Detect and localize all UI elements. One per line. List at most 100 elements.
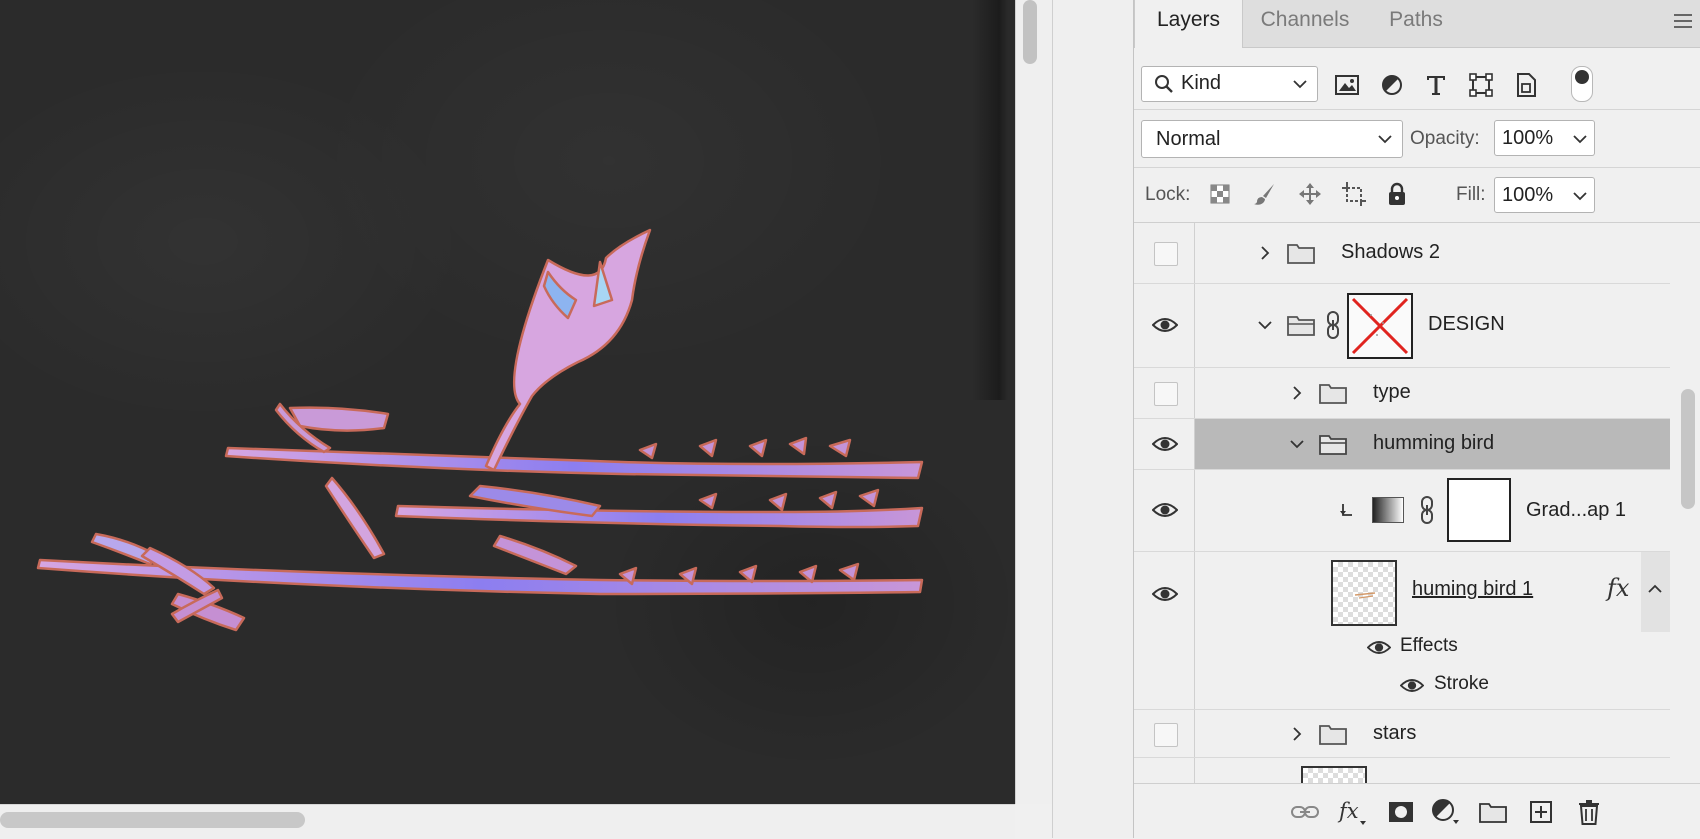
folder-icon xyxy=(1319,725,1347,745)
chevron-right-icon[interactable] xyxy=(1290,386,1304,400)
canvas-vertical-scroll-thumb[interactable] xyxy=(1023,0,1037,64)
lock-artboard-icon[interactable] xyxy=(1341,181,1367,207)
layer-list-scrollbar[interactable] xyxy=(1675,223,1700,783)
new-group-folder-icon[interactable] xyxy=(1478,797,1508,827)
effect-stroke-label[interactable]: Stroke xyxy=(1434,673,1489,695)
add-layer-style-fx-icon[interactable]: fx xyxy=(1336,797,1366,827)
add-layer-mask-icon[interactable] xyxy=(1386,797,1416,827)
layer-row-partial[interactable] xyxy=(1134,758,1670,783)
tab-layers[interactable]: Layers xyxy=(1134,0,1243,48)
layer-name: huming bird 1 xyxy=(1412,578,1534,600)
lock-transparent-pixels-icon[interactable] xyxy=(1207,181,1233,207)
search-icon xyxy=(1155,75,1173,93)
opacity-dropdown-button[interactable] xyxy=(1565,120,1595,156)
layer-row-stars[interactable]: stars xyxy=(1134,710,1670,758)
layer-name: Shadows 2 xyxy=(1341,241,1440,263)
document-canvas[interactable] xyxy=(0,0,1015,804)
tab-channels[interactable]: Channels xyxy=(1242,0,1368,47)
humming-bird-artwork xyxy=(36,228,924,632)
link-icon[interactable] xyxy=(1419,496,1435,524)
tab-paths[interactable]: Paths xyxy=(1368,0,1464,47)
chevron-down-icon[interactable] xyxy=(1290,437,1304,451)
eye-icon[interactable] xyxy=(1399,676,1425,694)
eye-icon[interactable] xyxy=(1152,312,1178,338)
chevron-right-icon[interactable] xyxy=(1290,727,1304,741)
gradient-map-adjustment-icon xyxy=(1372,497,1404,523)
visibility-checkbox-hidden[interactable] xyxy=(1154,382,1178,406)
panel-dock-gutter xyxy=(1052,0,1134,838)
layer-list-scroll-thumb[interactable] xyxy=(1681,389,1695,509)
new-adjustment-layer-icon[interactable] xyxy=(1431,797,1461,827)
visibility-checkbox-hidden[interactable] xyxy=(1154,723,1178,747)
panel-tabs: Layers Channels Paths xyxy=(1134,0,1700,48)
opacity-value: 100% xyxy=(1502,127,1554,149)
layer-filter-row: Kind xyxy=(1134,47,1700,110)
adjustment-mask-thumbnail[interactable] xyxy=(1447,478,1511,542)
layer-name: Grad...ap 1 xyxy=(1526,499,1627,521)
layer-list[interactable]: Shadows 2 DESIGN type humming bird Grad.… xyxy=(1134,223,1700,783)
filter-kind-label: Kind xyxy=(1181,72,1222,94)
type-filter-icon[interactable] xyxy=(1420,69,1452,101)
svg-text:fx: fx xyxy=(1337,799,1359,823)
fill-input[interactable]: 100% xyxy=(1494,177,1566,213)
lock-all-icon[interactable] xyxy=(1384,181,1410,207)
panel-menu-icon[interactable] xyxy=(1673,12,1693,30)
effects-collapse-button[interactable] xyxy=(1641,552,1670,632)
layer-name: DESIGN xyxy=(1428,313,1505,335)
filter-kind-select[interactable]: Kind xyxy=(1141,66,1318,102)
fill-dropdown-button[interactable] xyxy=(1565,177,1595,213)
layer-mask-thumbnail[interactable] xyxy=(1347,293,1413,359)
layer-row-type[interactable]: type xyxy=(1134,368,1670,419)
fill-value: 100% xyxy=(1502,184,1554,206)
layer-row-design[interactable]: DESIGN xyxy=(1134,284,1670,368)
lock-position-move-icon[interactable] xyxy=(1297,181,1323,207)
layers-panel: Layers Channels Paths Kind Normal Opacit… xyxy=(1133,0,1700,839)
fx-icon[interactable]: fx xyxy=(1607,574,1629,602)
chevron-down-icon xyxy=(1573,192,1587,201)
blend-mode-value: Normal xyxy=(1156,128,1221,150)
lock-label: Lock: xyxy=(1145,184,1191,205)
layer-row-shadows-2[interactable]: Shadows 2 xyxy=(1134,223,1670,284)
layer-row-huming-bird-1[interactable]: huming bird 1 fx Effects Stroke xyxy=(1134,552,1670,710)
link-icon[interactable] xyxy=(1325,311,1341,339)
eye-icon[interactable] xyxy=(1152,497,1178,523)
new-layer-icon[interactable] xyxy=(1526,797,1556,827)
humming-bird-thumbnail-art xyxy=(1354,592,1376,599)
link-layers-icon[interactable] xyxy=(1290,797,1320,827)
folder-open-icon xyxy=(1319,435,1347,455)
layer-name: humming bird xyxy=(1373,432,1495,454)
eye-icon[interactable] xyxy=(1152,431,1178,457)
filter-toggle-switch[interactable] xyxy=(1571,66,1593,102)
fill-label: Fill: xyxy=(1456,184,1486,205)
layer-name: stars xyxy=(1373,722,1417,744)
opacity-label: Opacity: xyxy=(1410,128,1480,149)
layer-row-gradient-map[interactable]: Grad...ap 1 xyxy=(1134,470,1670,552)
delete-layer-trash-icon[interactable] xyxy=(1574,797,1604,827)
visibility-checkbox-hidden[interactable] xyxy=(1154,242,1178,266)
opacity-input[interactable]: 100% xyxy=(1494,120,1566,156)
lock-fill-row: Lock: Fill: 100% xyxy=(1134,167,1700,223)
adjustment-filter-icon[interactable] xyxy=(1376,69,1408,101)
chevron-right-icon[interactable] xyxy=(1258,246,1272,260)
lock-image-pixels-brush-icon[interactable] xyxy=(1252,181,1278,207)
disabled-mask-x-icon xyxy=(1351,297,1409,355)
chevron-up-icon xyxy=(1648,584,1662,593)
layer-row-humming-bird[interactable]: humming bird xyxy=(1134,419,1670,470)
layer-thumbnail[interactable] xyxy=(1301,766,1367,783)
chevron-down-icon[interactable] xyxy=(1258,318,1272,332)
layer-name: type xyxy=(1373,381,1411,403)
shape-filter-icon[interactable] xyxy=(1465,69,1497,101)
smart-object-filter-icon[interactable] xyxy=(1510,69,1542,101)
image-filter-icon[interactable] xyxy=(1331,69,1363,101)
layers-bottom-toolbar: fx xyxy=(1134,783,1700,839)
canvas-horizontal-scrollbar[interactable] xyxy=(0,804,1015,839)
blend-opacity-row: Normal Opacity: 100% xyxy=(1134,109,1700,168)
folder-icon xyxy=(1287,244,1315,264)
canvas-horizontal-scroll-thumb[interactable] xyxy=(0,812,305,828)
chevron-down-icon xyxy=(1573,135,1587,144)
folder-icon xyxy=(1319,384,1347,404)
eye-icon[interactable] xyxy=(1366,638,1392,656)
layer-thumbnail[interactable] xyxy=(1331,560,1397,626)
blend-mode-select[interactable]: Normal xyxy=(1141,120,1403,158)
eye-icon[interactable] xyxy=(1152,581,1178,607)
